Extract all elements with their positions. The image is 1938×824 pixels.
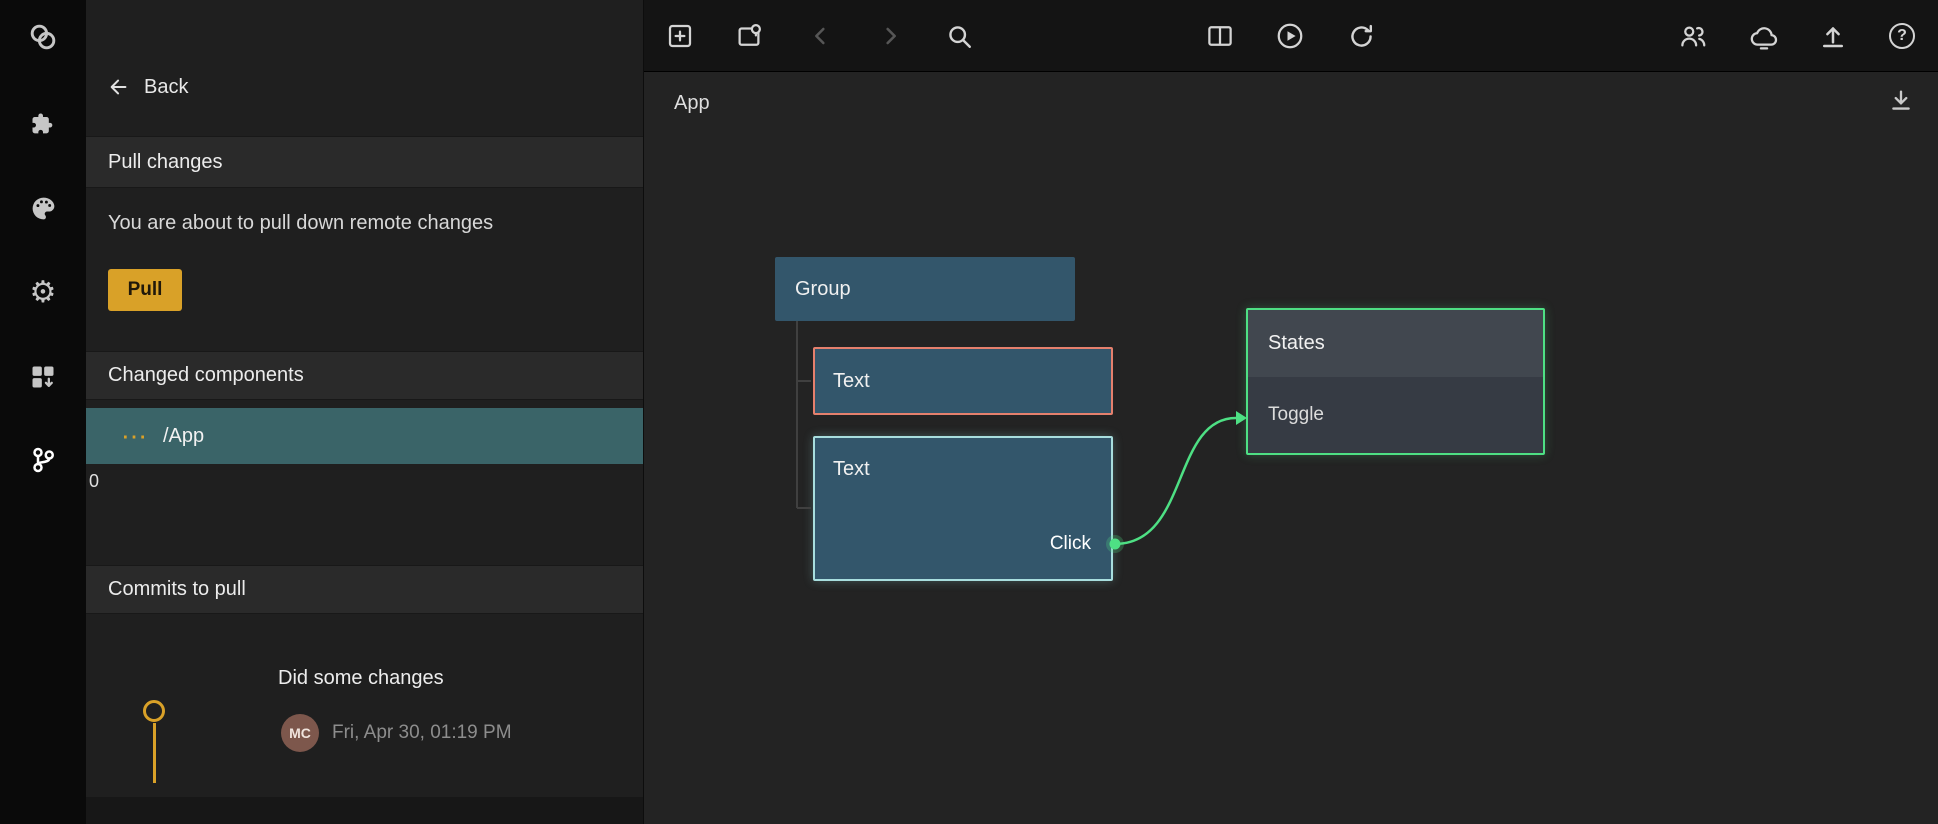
changed-components-header: Changed components — [86, 351, 643, 400]
pull-changes-header: Pull changes — [86, 136, 643, 188]
refresh-icon[interactable] — [1346, 21, 1376, 51]
editor-toolbar: ? — [644, 0, 1938, 72]
back-label: Back — [144, 76, 188, 99]
commit-message: Did some changes — [278, 667, 444, 690]
main-area: ? App Group Text Text Click — [644, 0, 1938, 824]
pull-button[interactable]: Pull — [108, 269, 182, 311]
node-states-label: States — [1268, 332, 1325, 355]
commit-timestamp: Fri, Apr 30, 01:19 PM — [332, 722, 512, 744]
help-icon[interactable]: ? — [1887, 21, 1917, 51]
commits-to-pull-title: Commits to pull — [108, 578, 246, 601]
node-states-row-label: Toggle — [1268, 404, 1324, 426]
activity-bar: ⚙ — [0, 0, 86, 824]
panel-footer-strip — [86, 797, 643, 824]
split-editor-icon[interactable] — [1205, 21, 1235, 51]
app-root: ⚙ Back Pull — [0, 0, 1938, 824]
noodl-logo-icon[interactable] — [25, 19, 61, 55]
node-states-header: States — [1248, 310, 1543, 377]
gear-glyph: ⚙ — [30, 278, 57, 308]
back-arrow-icon — [108, 76, 130, 98]
create-component-icon[interactable] — [734, 21, 764, 51]
commits-to-pull-header: Commits to pull — [86, 565, 643, 614]
plugins-icon[interactable] — [25, 106, 61, 142]
node-text-changed-label: Text — [833, 370, 870, 393]
add-node-icon[interactable] — [665, 21, 695, 51]
node-text-selected-label: Text — [833, 458, 870, 481]
nav-back-icon[interactable] — [806, 21, 836, 51]
changed-component-item-app[interactable]: ⋯ /App — [86, 408, 643, 464]
search-icon[interactable] — [944, 21, 974, 51]
output-port-click-label: Click — [1050, 533, 1091, 555]
hierarchy-lines — [797, 321, 811, 508]
theme-palette-icon[interactable] — [25, 190, 61, 226]
changed-components-title: Changed components — [108, 364, 304, 387]
node-text-selected[interactable]: Text Click — [813, 436, 1113, 581]
node-group[interactable]: Group — [775, 257, 1075, 321]
component-breadcrumb: App — [674, 92, 710, 115]
commit-author-avatar: MC — [281, 714, 319, 752]
download-icon[interactable] — [1886, 86, 1916, 116]
components-icon[interactable] — [25, 359, 61, 395]
deploy-icon[interactable] — [1818, 21, 1848, 51]
signal-connection[interactable] — [1106, 411, 1247, 553]
back-button[interactable]: Back — [86, 64, 643, 110]
nav-forward-icon[interactable] — [875, 21, 905, 51]
collaborators-icon[interactable] — [1678, 21, 1708, 51]
commit-graph-node — [143, 700, 165, 722]
changed-component-label: /App — [163, 425, 204, 448]
commit-graph-line — [153, 723, 156, 783]
node-group-label: Group — [795, 278, 851, 301]
preview-play-icon[interactable] — [1275, 21, 1305, 51]
node-states-row-toggle[interactable]: Toggle — [1248, 377, 1543, 453]
node-graph-canvas[interactable]: App Group Text Text Click States — [644, 72, 1938, 824]
settings-gear-icon[interactable]: ⚙ — [25, 275, 61, 311]
version-control-icon[interactable] — [25, 442, 61, 478]
cloud-services-icon[interactable] — [1749, 21, 1779, 51]
version-control-panel: Back Pull changes You are about to pull … — [86, 0, 644, 824]
pull-description: You are about to pull down remote change… — [108, 212, 493, 235]
pull-changes-title: Pull changes — [108, 151, 223, 174]
node-text-changed[interactable]: Text — [813, 347, 1113, 415]
node-states[interactable]: States Toggle — [1246, 308, 1545, 455]
changed-count-badge: 0 — [89, 471, 99, 492]
help-glyph: ? — [1889, 23, 1915, 49]
